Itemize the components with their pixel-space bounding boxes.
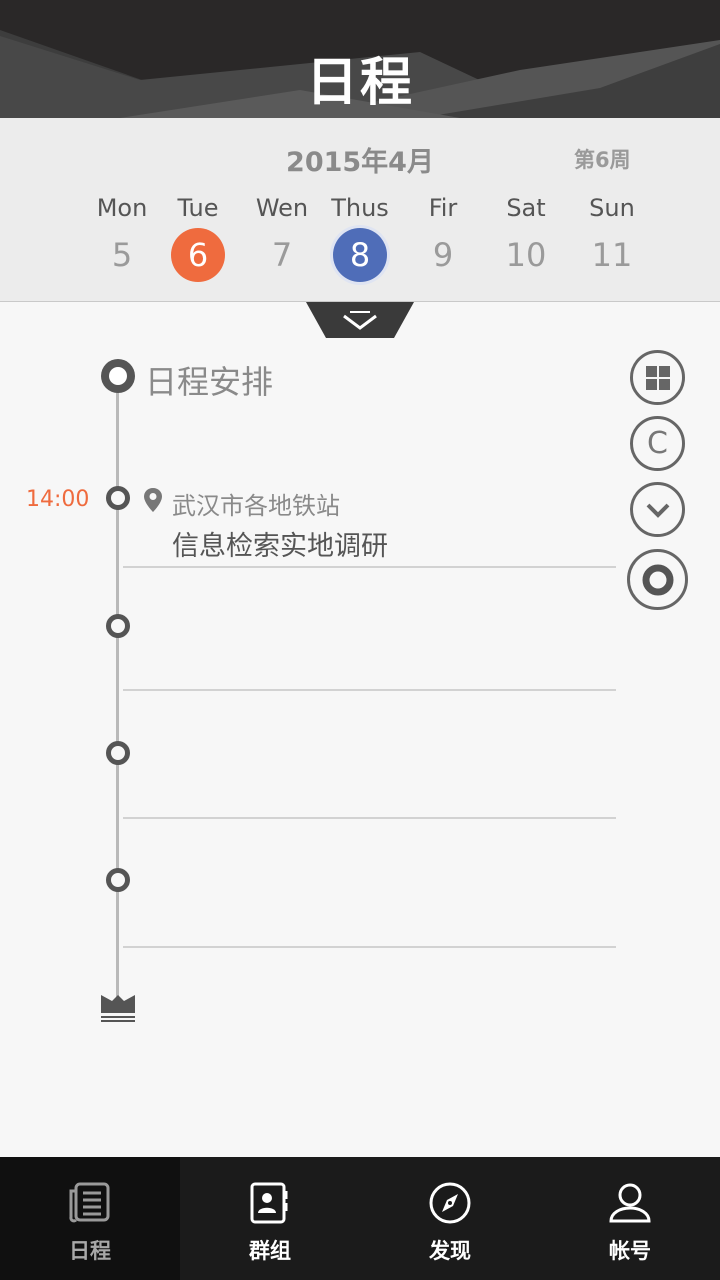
timeline-start-icon (101, 359, 135, 393)
day-number-selected: 8 (333, 228, 387, 282)
day-name: Sat (506, 194, 546, 222)
collapse-button[interactable] (630, 482, 685, 537)
timeline-node-empty[interactable] (106, 741, 130, 765)
day-number: 10 (505, 236, 547, 274)
day-name: Wen (255, 194, 309, 222)
timeline-end-icon (101, 995, 135, 1022)
week-calendar: 2015年4月 第6周 Mon 5 Tue 6 Wen 7 Thus 8 Fir… (0, 118, 720, 302)
app-header: 日程 (0, 0, 720, 118)
day-thu[interactable]: Thus 8 (315, 194, 405, 282)
nav-label: 日程 (69, 1239, 111, 1263)
day-sun[interactable]: Sun 11 (567, 194, 657, 282)
nav-label: 群组 (249, 1239, 291, 1263)
timeline-node-empty[interactable] (106, 614, 130, 638)
day-number: 11 (591, 236, 633, 274)
record-icon (642, 564, 673, 595)
c-button[interactable]: C (630, 416, 685, 471)
day-wed[interactable]: Wen 7 (237, 194, 327, 282)
timeline-node (106, 486, 130, 510)
chevron-down-icon (646, 503, 669, 518)
schedule-icon (69, 1182, 110, 1223)
record-button[interactable] (627, 549, 688, 610)
day-number: 7 (271, 236, 293, 274)
event-time: 14:00 (26, 487, 90, 512)
day-sat[interactable]: Sat 10 (481, 194, 571, 282)
nav-label: 帐号 (609, 1239, 651, 1263)
row-divider (123, 689, 616, 691)
nav-item-groups[interactable]: 群组 (180, 1157, 360, 1280)
day-number-today: 6 (171, 228, 225, 282)
timeline-node-empty[interactable] (106, 868, 130, 892)
nav-item-account[interactable]: 帐号 (540, 1157, 720, 1280)
compass-icon (429, 1182, 471, 1224)
page-title: 日程 (305, 53, 414, 113)
day-number: 5 (111, 236, 133, 274)
day-number: 9 (432, 236, 454, 274)
day-name: Thus (331, 194, 389, 222)
nav-item-schedule[interactable]: 日程 (0, 1157, 180, 1280)
row-divider (123, 817, 616, 819)
row-divider (123, 946, 616, 948)
week-number-label: 第6周 (574, 148, 631, 172)
event-location: 武汉市各地铁站 (172, 492, 340, 520)
user-icon (609, 1183, 651, 1223)
c-label: C (647, 426, 668, 461)
day-tue[interactable]: Tue 6 (153, 194, 243, 282)
contacts-icon (250, 1182, 288, 1224)
day-fri[interactable]: Fir 9 (398, 194, 488, 282)
section-title: 日程安排 (145, 363, 274, 401)
day-name: Fir (428, 194, 458, 222)
grid-icon (645, 365, 670, 390)
location-pin-icon (144, 488, 162, 512)
expand-calendar-toggle[interactable] (306, 302, 414, 338)
nav-label: 发现 (429, 1239, 471, 1263)
timeline-line (116, 377, 119, 999)
row-divider (123, 566, 616, 568)
bottom-navigation: 日程 群组 发现 帐号 (0, 1157, 720, 1280)
day-name: Sun (589, 194, 635, 222)
nav-item-discover[interactable]: 发现 (360, 1157, 540, 1280)
day-name: Tue (177, 194, 219, 222)
grid-view-button[interactable] (630, 350, 685, 405)
event-title[interactable]: 信息检索实地调研 (172, 524, 388, 563)
